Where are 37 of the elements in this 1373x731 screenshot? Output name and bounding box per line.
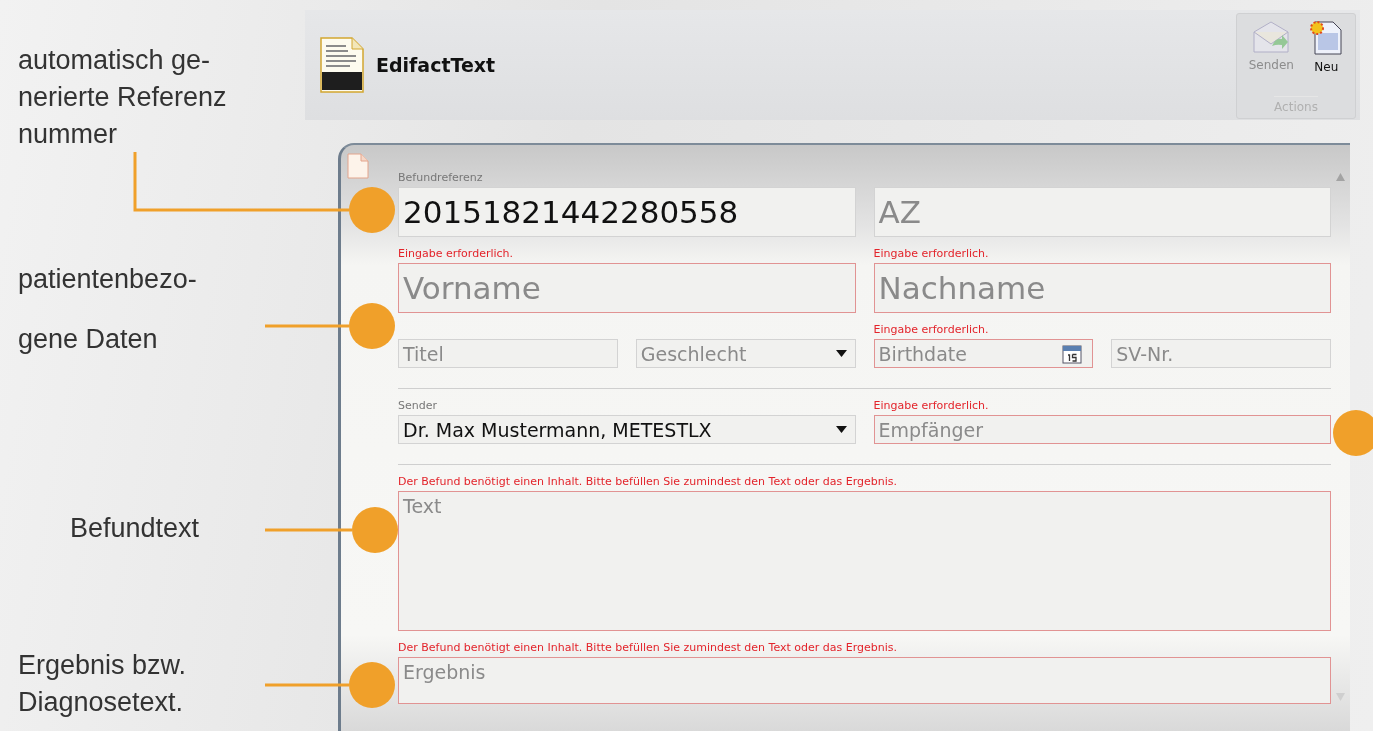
error-message: Eingabe erforderlich. (873, 247, 989, 261)
text-field[interactable]: AZ (873, 187, 1331, 237)
annotation-text: patientenbezo- gene Daten (18, 263, 197, 356)
dropdown-field[interactable]: Dr. Max Mustermann, METESTLX (398, 415, 856, 444)
callout-dot (349, 303, 395, 349)
dropdown-field[interactable]: Geschlecht (635, 339, 856, 368)
text-field[interactable]: Vorname (398, 263, 856, 313)
annotation-text: Befundtext (70, 512, 200, 545)
callout-dot (349, 187, 395, 233)
date-field[interactable]: Birthdate (873, 339, 1094, 368)
text-field[interactable]: Titel (398, 339, 618, 368)
callout-dot (352, 507, 398, 553)
dropdown-arrow-icon[interactable] (835, 350, 847, 357)
dropdown-arrow-icon[interactable] (835, 426, 847, 433)
document-icon (347, 153, 369, 179)
text-field[interactable]: Nachname (873, 263, 1331, 313)
error-message: Eingabe erforderlich. (398, 247, 514, 261)
text-area[interactable]: Text (398, 491, 1331, 631)
error-message: Eingabe erforderlich. (873, 399, 989, 413)
new-document-icon (1309, 20, 1344, 56)
callout-dot (349, 662, 395, 708)
text-field[interactable]: 20151821442280558 (398, 187, 856, 237)
field-label: Sender (398, 399, 437, 413)
window-title: EdifactText (376, 54, 496, 76)
annotation-text: automatisch ge- nerierte Referenz nummer (18, 44, 227, 151)
text-field[interactable]: SV-Nr. (1111, 339, 1331, 368)
calendar-icon[interactable] (1062, 343, 1083, 364)
text-field[interactable]: Empfänger (873, 415, 1331, 444)
txt-file-icon (320, 37, 364, 93)
field-label: Befundreferenz (398, 171, 483, 185)
error-message: Der Befund benötigt einen Inhalt. Bitte befüllen Sie zumindest den Text oder das Ergebnis. (398, 641, 897, 655)
toolbar-button[interactable]: Neu (1307, 18, 1346, 96)
text-area[interactable]: Ergebnis (398, 657, 1331, 704)
error-message: Eingabe erforderlich. (873, 323, 989, 337)
annotation-text: Ergebnis bzw. Diagnosetext. (18, 649, 187, 719)
envelope-icon (1252, 20, 1291, 54)
error-message: Der Befund benötigt einen Inhalt. Bitte befüllen Sie zumindest den Text oder das Ergebnis. (398, 475, 897, 489)
